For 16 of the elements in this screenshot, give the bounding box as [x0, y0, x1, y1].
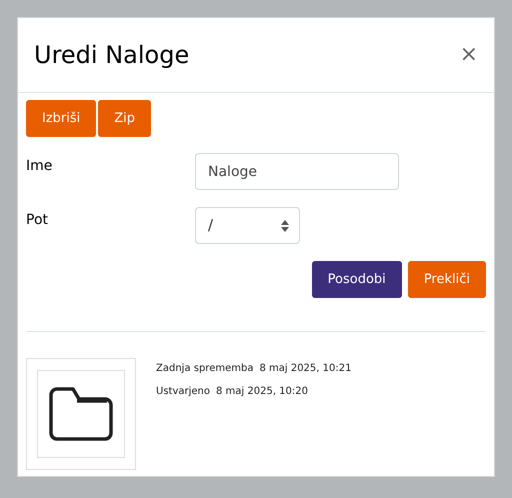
detail-label: Ustvarjeno	[156, 385, 210, 399]
update-button[interactable]: Posodobi	[312, 261, 402, 298]
detail-value: 8 maj 2025, 10:21	[259, 362, 352, 376]
cancel-button[interactable]: Prekliči	[408, 261, 486, 298]
detail-value: 8 maj 2025, 10:20	[216, 385, 308, 399]
toolbar-button[interactable]: Zip	[98, 100, 152, 137]
field-label: Ime	[26, 157, 54, 176]
name-input[interactable]: Naloge	[195, 153, 399, 190]
sort-icon	[281, 220, 289, 232]
detail-label: Zadnja sprememba	[156, 362, 254, 376]
toolbar-button[interactable]: Izbriši	[26, 100, 96, 137]
close-button[interactable]: ×	[460, 44, 478, 66]
folder-icon	[49, 387, 113, 441]
path-select[interactable]: /	[195, 207, 300, 244]
dialog-title: Uredi Naloge	[34, 40, 190, 71]
field-label: Pot	[26, 211, 49, 230]
